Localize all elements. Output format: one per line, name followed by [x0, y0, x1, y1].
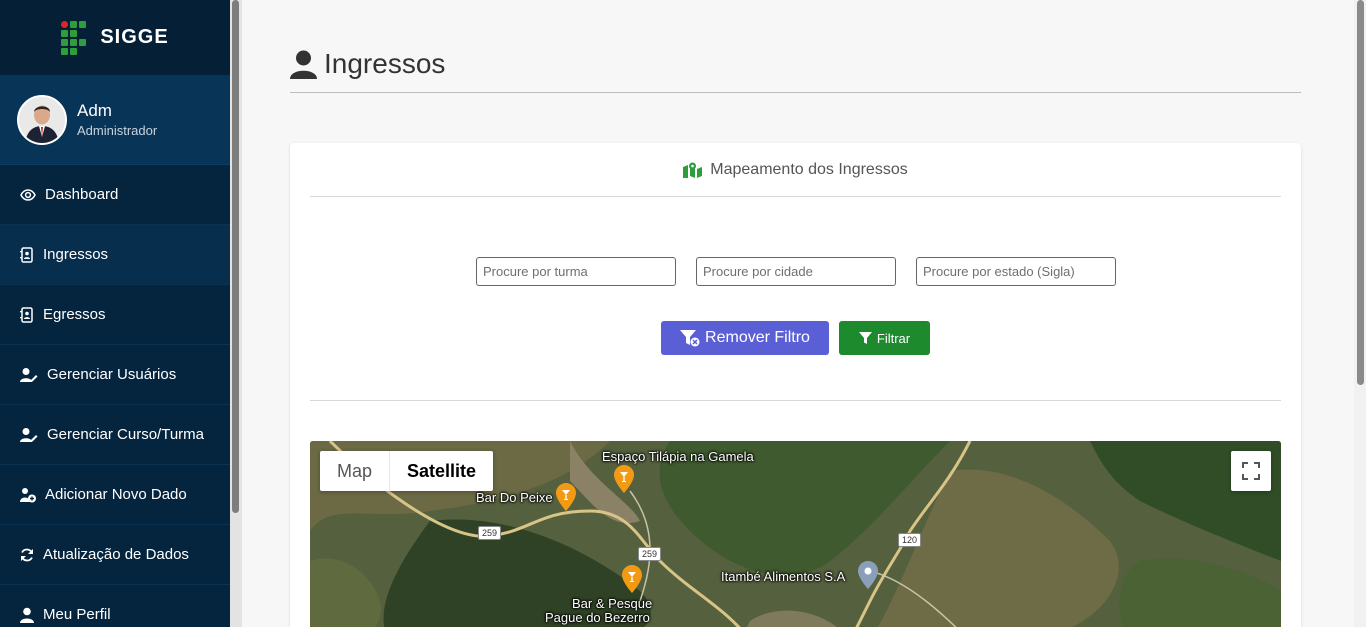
road-shield: 259: [478, 526, 502, 540]
sidebar-item-label: Ingressos: [43, 246, 109, 263]
fullscreen-button[interactable]: [1231, 451, 1271, 491]
sidebar-item-ingressos[interactable]: Ingressos: [0, 225, 230, 285]
estado-search-input[interactable]: [916, 257, 1116, 286]
user-edit-icon: [20, 427, 38, 442]
satellite-map[interactable]: 259 259 120 Espaço Tilápia na Gamela Bar…: [310, 441, 1281, 627]
sidebar-item-dashboard[interactable]: Dashboard: [0, 165, 230, 225]
title-divider: [290, 92, 1301, 93]
turma-search-input[interactable]: [476, 257, 676, 286]
avatar: [17, 94, 67, 145]
user-role: Administrador: [77, 123, 158, 138]
sidebar: SIGGE Adm Administrador Dashboard Ingres…: [0, 0, 230, 627]
map-place-label[interactable]: Bar & Pesque: [572, 596, 652, 611]
sidebar-item-atualizacao-de-dados[interactable]: Atualização de Dados: [0, 525, 230, 585]
user-icon: [20, 607, 34, 623]
map-pin-icon[interactable]: [614, 465, 634, 493]
user-edit-icon: [20, 367, 38, 382]
user-name: Adm: [77, 101, 112, 120]
map-type-map-button[interactable]: Map: [320, 451, 389, 491]
sidebar-scrollbar[interactable]: [230, 0, 242, 627]
brand[interactable]: SIGGE: [0, 0, 230, 75]
brand-title: SIGGE: [100, 26, 169, 48]
map-type-control: Map Satellite: [320, 451, 494, 491]
mapping-card: Mapeamento dos Ingressos Remover Filtro …: [290, 143, 1301, 627]
map-place-label[interactable]: Bar Do Peixe: [476, 490, 553, 505]
eye-icon: [20, 188, 36, 201]
map-place-label[interactable]: Espaço Tilápia na Gamela: [602, 449, 754, 464]
sidebar-item-meu-perfil[interactable]: Meu Perfil: [0, 585, 230, 627]
user-icon: [290, 50, 317, 79]
road-shield: 259: [638, 547, 662, 561]
map-pin-icon[interactable]: [556, 483, 576, 511]
user-panel: Adm Administrador: [0, 75, 230, 165]
remove-filter-button[interactable]: Remover Filtro: [661, 321, 829, 355]
filter-icon: [858, 332, 872, 344]
map-type-satellite-button[interactable]: Satellite: [389, 451, 493, 491]
sidebar-item-gerenciar-usuarios[interactable]: Gerenciar Usuários: [0, 345, 230, 405]
sidebar-item-label: Atualização de Dados: [43, 546, 189, 563]
card-title: Mapeamento dos Ingressos: [710, 160, 908, 178]
sidebar-item-egressos[interactable]: Egressos: [0, 285, 230, 345]
card-header: Mapeamento dos Ingressos: [310, 143, 1281, 197]
sidebar-item-label: Meu Perfil: [43, 606, 111, 623]
remove-filter-label: Remover Filtro: [705, 329, 810, 346]
fullscreen-icon: [1242, 462, 1260, 480]
user-plus-icon: [20, 487, 36, 502]
map-pin-icon[interactable]: [858, 561, 878, 589]
page-title: Ingressos: [290, 48, 445, 80]
sidebar-item-gerenciar-curso-turma[interactable]: Gerenciar Curso/Turma: [0, 405, 230, 465]
filter-label: Filtrar: [876, 330, 911, 346]
map-marked-icon: [683, 162, 703, 178]
filter-remove-icon: [680, 329, 700, 346]
sidebar-item-adicionar-novo-dado[interactable]: Adicionar Novo Dado: [0, 465, 230, 525]
sidebar-item-label: Egressos: [43, 306, 106, 323]
main-content: Ingressos Mapeamento dos Ingressos Remov…: [242, 0, 1354, 627]
page-scrollbar[interactable]: [1354, 0, 1366, 627]
address-book-icon: [20, 246, 33, 263]
page-title-text: Ingressos: [324, 48, 446, 79]
filter-inputs: [476, 257, 1116, 286]
card-divider: [310, 400, 1281, 401]
map-place-label[interactable]: Pague do Bezerro: [545, 610, 650, 625]
sidebar-item-label: Gerenciar Curso/Turma: [47, 426, 204, 443]
address-book-icon: [20, 306, 33, 323]
sidebar-item-label: Dashboard: [45, 186, 119, 203]
filter-buttons: Remover Filtro Filtrar: [661, 321, 930, 355]
map-pin-icon[interactable]: [622, 565, 642, 593]
sync-icon: [21, 548, 33, 561]
sidebar-item-label: Gerenciar Usuários: [47, 366, 177, 383]
sigge-logo-icon: [61, 20, 87, 55]
sidebar-item-label: Adicionar Novo Dado: [45, 486, 187, 503]
filter-button[interactable]: Filtrar: [839, 321, 930, 355]
cidade-search-input[interactable]: [696, 257, 896, 286]
map-place-label[interactable]: Itambé Alimentos S.A: [721, 569, 845, 584]
road-shield: 120: [898, 533, 922, 547]
